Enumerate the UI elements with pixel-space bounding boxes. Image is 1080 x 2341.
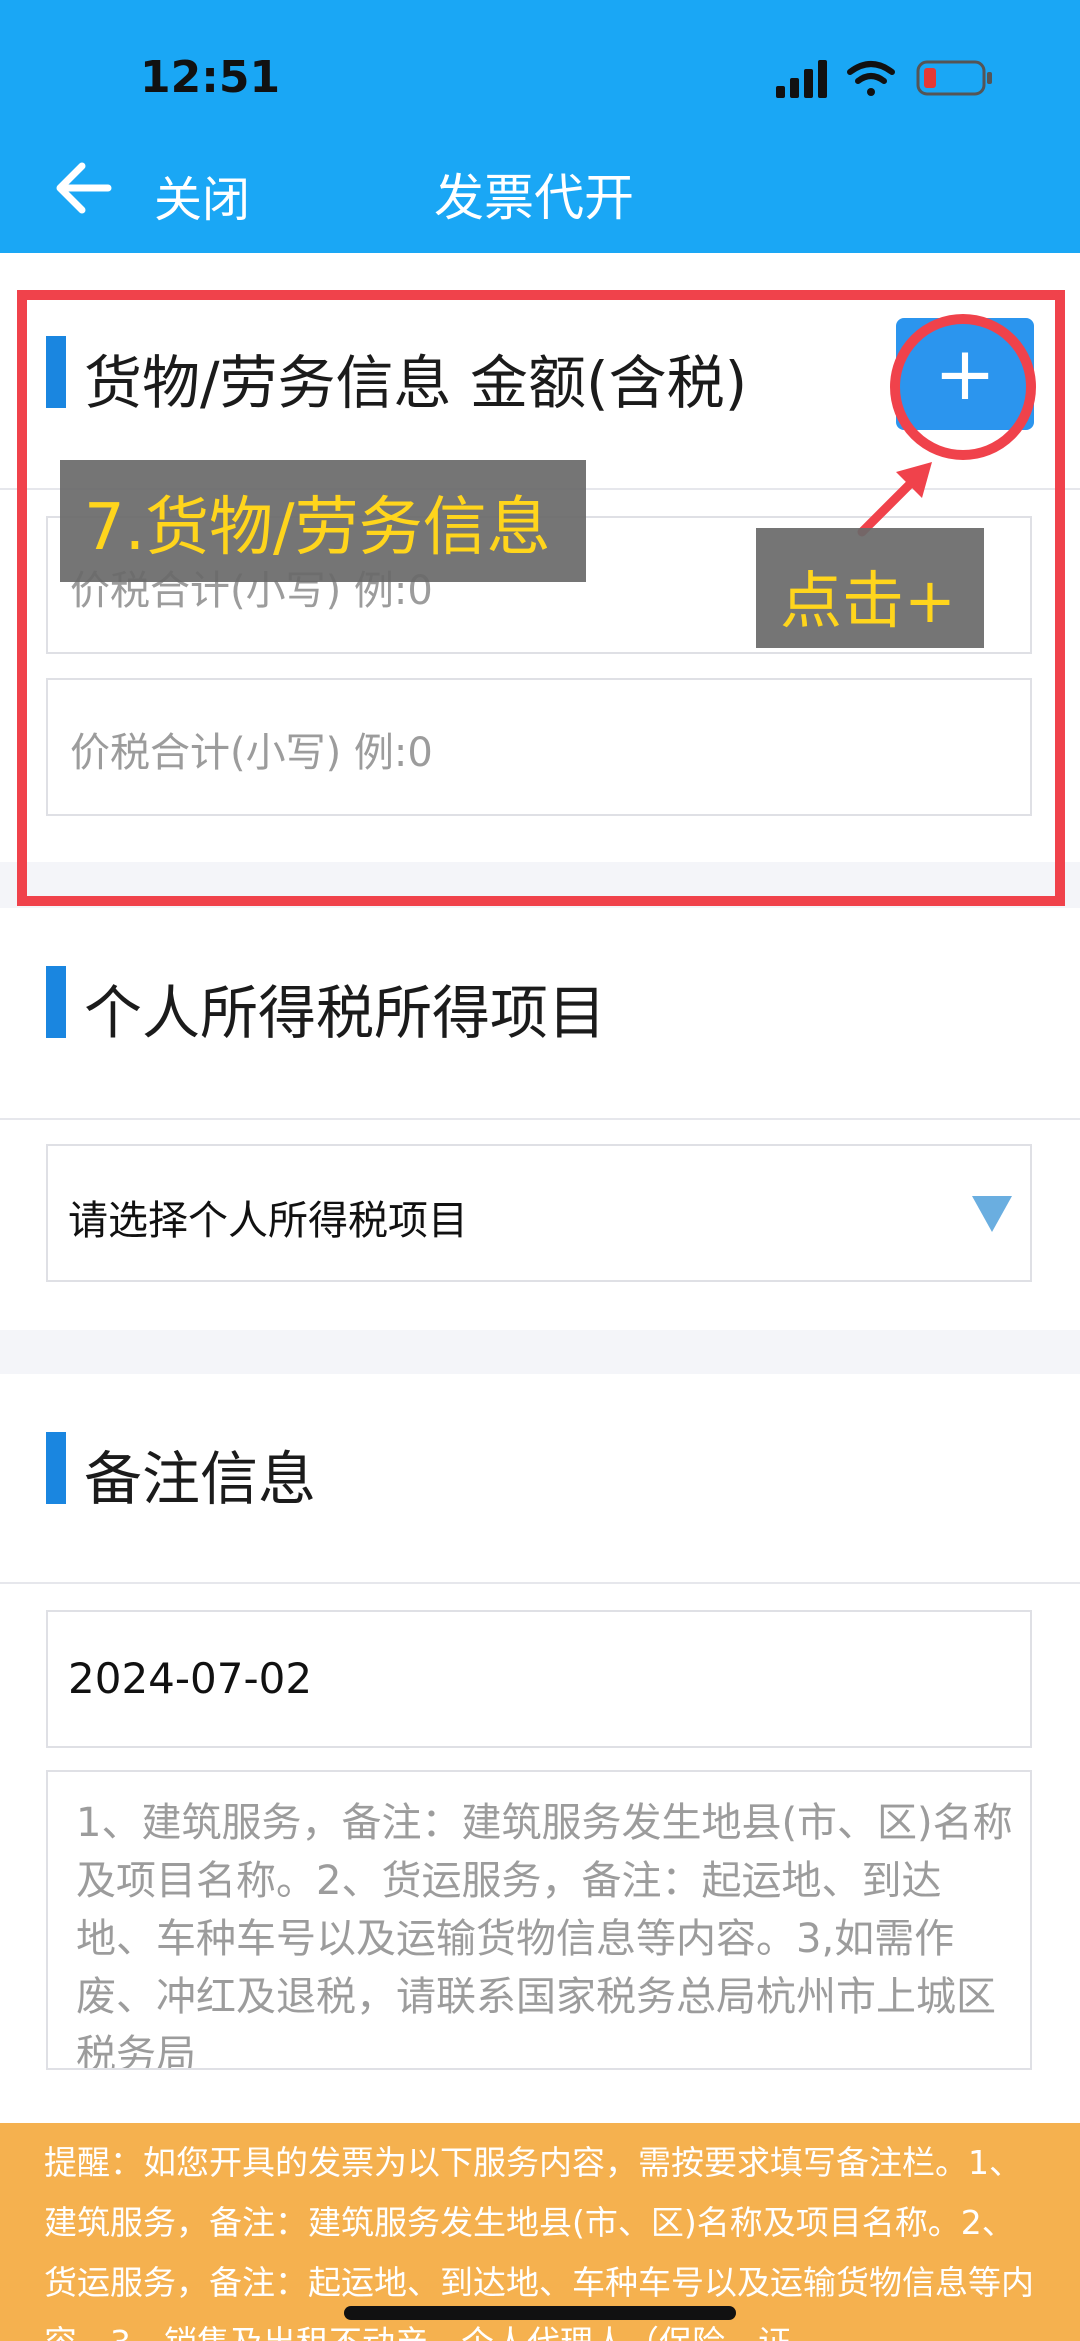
page-title: 发票代开 xyxy=(434,169,634,227)
battery-icon xyxy=(916,60,992,96)
arrow-icon xyxy=(857,462,932,537)
remarks-text: 1、建筑服务，备注：建筑服务发生地县(市、区)名称及项目名称。2、货运服务，备注… xyxy=(76,1800,1013,2070)
remarks-section-title: 备注信息 xyxy=(84,1445,317,1513)
tax-section-title: 个人所得税所得项目 xyxy=(84,979,607,1047)
section-marker xyxy=(46,1432,66,1504)
close-button[interactable]: 关闭 xyxy=(154,160,250,230)
select-placeholder: 请选择个人所得税项目 xyxy=(68,1198,468,1244)
highlight-circle xyxy=(890,314,1036,460)
click-hint-label: 点击+ xyxy=(756,528,984,648)
home-indicator xyxy=(344,2306,736,2320)
signal-icon xyxy=(776,60,827,98)
back-arrow-icon[interactable] xyxy=(52,158,112,218)
date-value: 2024-07-02 xyxy=(68,1654,313,1703)
divider xyxy=(0,1582,1080,1584)
step-label: 7.货物/劳务信息 xyxy=(60,460,586,582)
tax-item-select[interactable]: 请选择个人所得税项目 xyxy=(46,1144,1032,1282)
section-separator xyxy=(0,1330,1080,1374)
divider xyxy=(0,1118,1080,1120)
status-time: 12:51 xyxy=(140,52,281,103)
remarks-textarea[interactable]: 1、建筑服务，备注：建筑服务发生地县(市、区)名称及项目名称。2、货运服务，备注… xyxy=(46,1770,1032,2070)
status-icons xyxy=(776,60,992,98)
wifi-icon xyxy=(847,61,895,96)
section-marker xyxy=(46,966,66,1038)
app-header: 12:51 关闭 发票代开 xyxy=(0,0,1080,253)
date-input[interactable]: 2024-07-02 xyxy=(46,1610,1032,1748)
dropdown-triangle-icon xyxy=(972,1196,1012,1232)
